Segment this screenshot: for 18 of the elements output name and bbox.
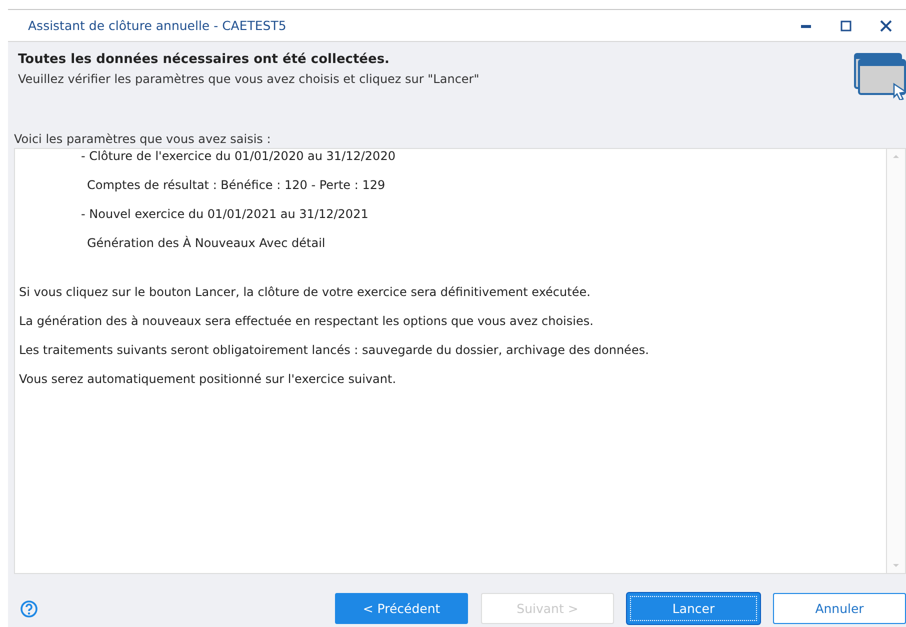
summary-line: - Clôture de l'exercice du 01/01/2020 au 31/12/2020: [80, 149, 396, 163]
intro-text: Voici les paramètres que vous avez saisis :: [14, 132, 272, 146]
dialog-button[interactable]: < Précédent: [335, 593, 468, 624]
summary-line: Les traitements suivants seront obligatoirement lancés : sauvegarde du dossier, archivage des données.: [19, 343, 650, 357]
summary-line: Génération des À Nouveaux Avec détail: [86, 236, 326, 250]
summary-line: Comptes de résultat : Bénéfice : 120 - Perte : 129: [86, 178, 386, 192]
close-icon[interactable]: [880, 20, 892, 32]
dialog-button[interactable]: Lancer: [627, 593, 760, 624]
help-icon[interactable]: [20, 600, 38, 618]
window-title: Assistant de clôture annuelle - CAETEST5: [28, 18, 288, 33]
header-title: Toutes les données nécessaires ont été collectées.: [18, 52, 390, 67]
dialog-button[interactable]: Annuler: [773, 593, 906, 624]
summary-line: La génération des à nouveaux sera effectuée en respectant les options que vous avez choisies.: [19, 314, 594, 328]
maximize-icon[interactable]: [840, 20, 852, 32]
summary-line: Si vous cliquez sur le bouton Lancer, la clôture de votre exercice sera définitivement exécutée.: [19, 285, 592, 299]
summary-line: - Nouvel exercice du 01/01/2021 au 31/12/2021: [80, 207, 370, 221]
summary-line: Vous serez automatiquement positionné sur l'exercice suivant.: [19, 372, 398, 386]
header-subtitle: Veuillez vérifier les paramètres que vous avez choisis et cliquez sur "Lancer": [18, 72, 480, 86]
